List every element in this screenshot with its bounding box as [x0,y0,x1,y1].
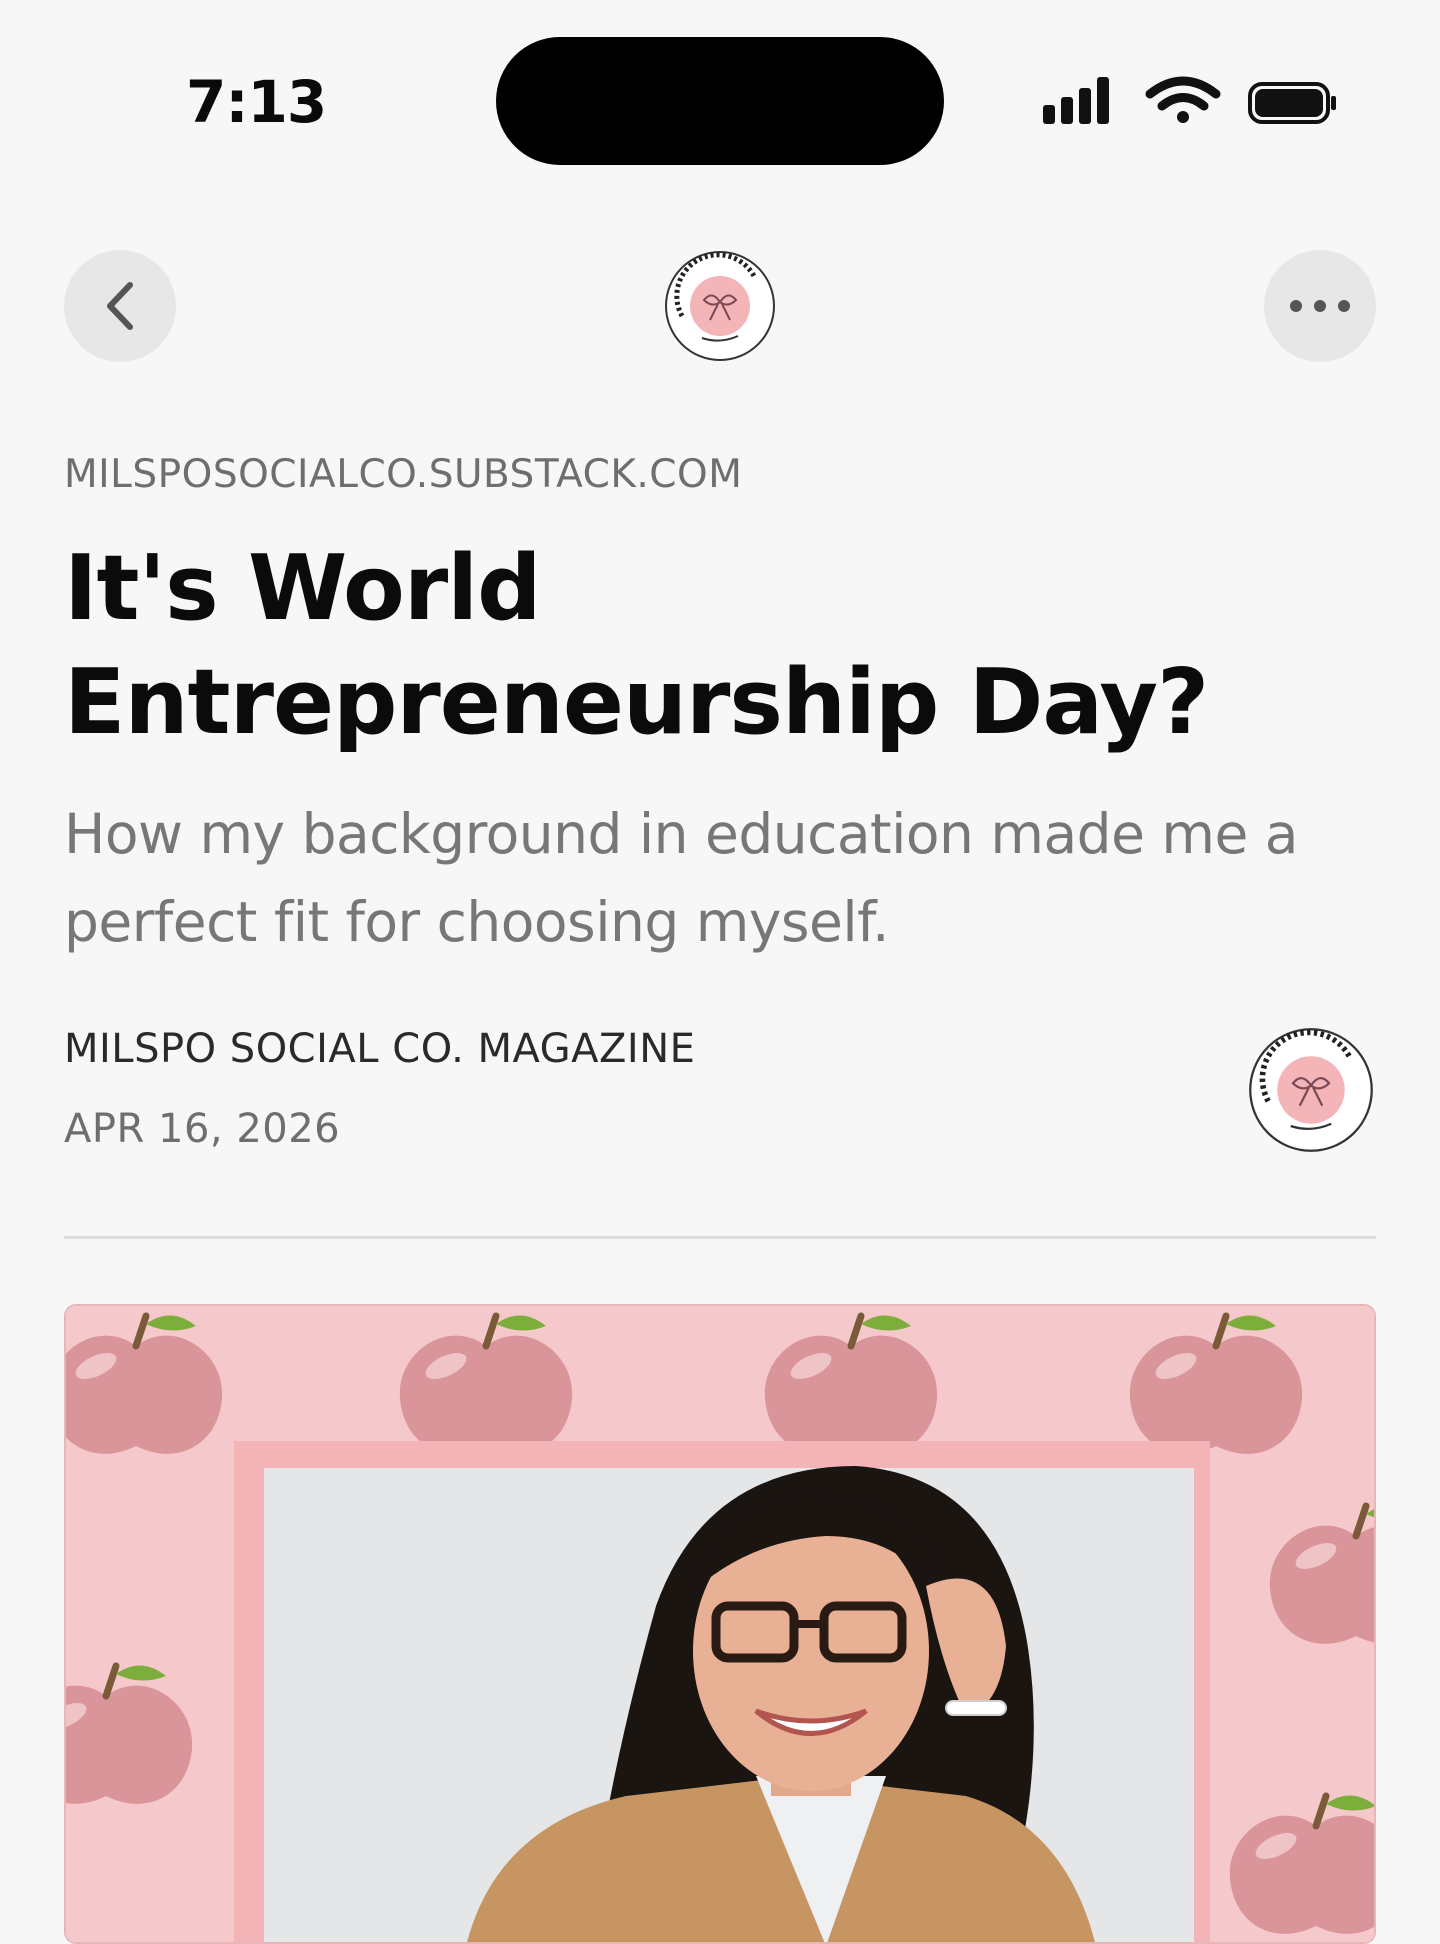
article-title-line-2: Entrepreneurship Day? [64,650,1209,755]
ellipsis-icon [1290,300,1350,312]
author-avatar-svg [1249,1028,1373,1152]
more-options-button[interactable] [1264,250,1376,362]
publication-logo-svg [665,251,775,361]
chevron-left-icon [107,282,133,330]
signal-icon [1043,77,1109,124]
article-title-line-1: It's World [64,536,542,641]
battery-icon [1248,82,1336,124]
publication-logo[interactable] [664,250,776,362]
author-name[interactable]: MILSPO SOCIAL CO. MAGAZINE [64,1026,695,1072]
publication-domain[interactable]: MILSPOSOCIALCO.SUBSTACK.COM [64,452,742,497]
article-subtitle-line-1: How my background in education made me a [64,802,1299,866]
hero-illustration [66,1306,1374,1942]
wifi-icon [1145,76,1221,123]
publish-date: APR 16, 2026 [64,1106,341,1152]
status-icons [1040,72,1340,132]
article-subtitle-line-2: perfect fit for choosing myself. [64,890,889,954]
status-icons-svg [1043,76,1336,124]
nav-bar [0,250,1440,366]
status-time: 7:13 [186,68,327,136]
article-subtitle: How my background in education made me a… [64,790,1364,966]
author-avatar[interactable] [1248,1027,1374,1153]
hero-image[interactable] [64,1304,1376,1944]
header-divider [64,1236,1376,1239]
dynamic-island [496,37,944,165]
article-title: It's World Entrepreneurship Day? [64,532,1364,760]
status-bar: 7:13 [0,0,1440,180]
back-button[interactable] [64,250,176,362]
